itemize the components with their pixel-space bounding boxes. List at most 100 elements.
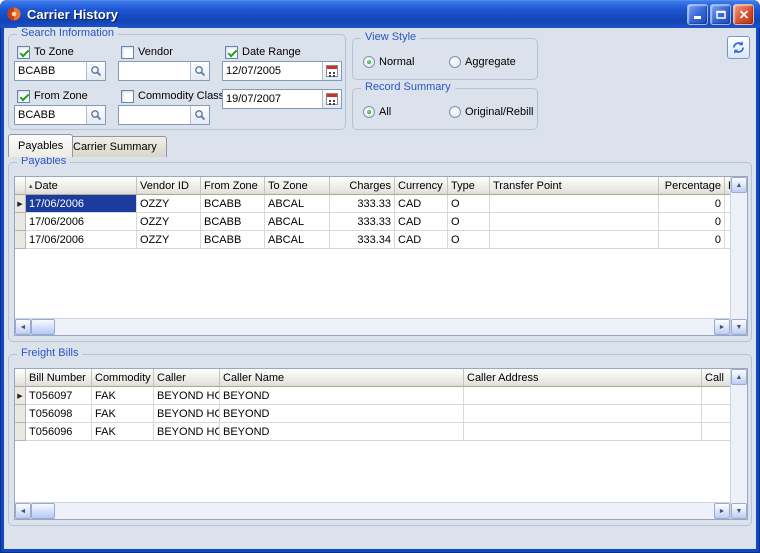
date-range-checkbox[interactable]: Date Range [225, 45, 301, 59]
table-row[interactable]: 17/06/2006OZZYBCABBABCAL333.33CADO0 [15, 213, 730, 231]
table-cell[interactable]: 17/06/2006 [26, 231, 137, 249]
date-from-field[interactable]: 12/07/2005 [222, 61, 342, 81]
table-cell[interactable]: T056096 [26, 423, 92, 441]
freight-vertical-scrollbar[interactable]: ▲ ▼ [730, 369, 747, 519]
hscroll-thumb[interactable] [31, 503, 55, 519]
table-cell[interactable]: FAK [92, 423, 154, 441]
table-cell[interactable]: CAD [395, 213, 448, 231]
scroll-up-button[interactable]: ▲ [731, 177, 747, 193]
to-zone-checkbox[interactable]: To Zone [17, 45, 74, 59]
table-cell[interactable]: 17/06/2006 [26, 195, 137, 213]
column-header-transfer-point[interactable]: Transfer Point [490, 177, 659, 195]
radio-aggregate[interactable]: Aggregate [449, 55, 516, 69]
table-cell[interactable] [464, 387, 702, 405]
table-cell[interactable]: ABCAL [265, 231, 330, 249]
to-zone-lookup-button[interactable] [86, 62, 105, 80]
table-cell[interactable]: BEYOND HOF [154, 405, 220, 423]
scroll-up-button[interactable]: ▲ [731, 369, 747, 385]
column-header-caller-address[interactable]: Caller Address [464, 369, 702, 387]
table-row[interactable]: ▶17/06/2006OZZYBCABBABCAL333.33CADO0 [15, 195, 730, 213]
scroll-left-button[interactable]: ◄ [15, 503, 31, 519]
column-header-from-zone[interactable]: From Zone [201, 177, 265, 195]
close-button[interactable] [733, 4, 754, 25]
table-cell[interactable]: BCABB [201, 195, 265, 213]
table-cell[interactable] [490, 213, 659, 231]
table-cell[interactable]: 17/06/2006 [26, 213, 137, 231]
table-cell[interactable]: 333.33 [330, 195, 395, 213]
scroll-left-button[interactable]: ◄ [15, 319, 31, 335]
payables-vertical-scrollbar[interactable]: ▲ ▼ [730, 177, 747, 335]
table-cell[interactable]: BEYOND HOF [154, 423, 220, 441]
hscroll-track[interactable] [55, 319, 714, 335]
table-cell[interactable]: BEYOND [220, 423, 464, 441]
table-row[interactable]: T056096FAKBEYOND HOFBEYOND [15, 423, 730, 441]
row-selector[interactable] [15, 423, 26, 441]
hscroll-track[interactable] [55, 503, 714, 519]
tab-carrier-summary[interactable]: Carrier Summary [63, 136, 167, 157]
from-zone-field[interactable]: BCABB [14, 105, 106, 125]
table-cell[interactable]: ABCAL [265, 195, 330, 213]
payables-grid[interactable]: ▴DateVendor IDFrom ZoneTo ZoneChargesCur… [14, 176, 748, 336]
hscroll-thumb[interactable] [31, 319, 55, 335]
table-cell[interactable] [464, 423, 702, 441]
commodity-class-field[interactable] [118, 105, 210, 125]
column-header-percentage[interactable]: Percentage [659, 177, 725, 195]
table-cell[interactable]: 0 [659, 231, 725, 249]
table-cell[interactable]: FAK [92, 387, 154, 405]
table-cell[interactable]: OZZY [137, 195, 201, 213]
table-cell[interactable]: BEYOND [220, 405, 464, 423]
table-cell[interactable]: ABCAL [265, 213, 330, 231]
table-cell[interactable]: BCABB [201, 213, 265, 231]
freight-horizontal-scrollbar[interactable]: ◄ ► [15, 502, 730, 519]
minimize-button[interactable] [687, 4, 708, 25]
table-cell[interactable]: T056097 [26, 387, 92, 405]
column-header-charges[interactable]: Charges [330, 177, 395, 195]
table-cell[interactable]: T056098 [26, 405, 92, 423]
table-cell[interactable] [490, 231, 659, 249]
column-header-type[interactable]: Type [448, 177, 490, 195]
column-header-vendor-id[interactable]: Vendor ID [137, 177, 201, 195]
vendor-field[interactable] [118, 61, 210, 81]
scroll-right-button[interactable]: ► [714, 503, 730, 519]
from-zone-lookup-button[interactable] [86, 106, 105, 124]
commodity-class-lookup-button[interactable] [190, 106, 209, 124]
column-header-commodity[interactable]: Commodity [92, 369, 154, 387]
date-to-picker-button[interactable] [322, 90, 341, 108]
radio-all[interactable]: All [363, 105, 391, 119]
maximize-button[interactable] [710, 4, 731, 25]
table-cell[interactable]: O [448, 213, 490, 231]
scroll-right-button[interactable]: ► [714, 319, 730, 335]
to-zone-field[interactable]: BCABB [14, 61, 106, 81]
vscroll-track[interactable] [731, 385, 747, 503]
table-cell[interactable]: O [448, 195, 490, 213]
table-cell[interactable]: BEYOND [220, 387, 464, 405]
radio-original-rebill[interactable]: Original/Rebill [449, 105, 533, 119]
column-header-to-zone[interactable]: To Zone [265, 177, 330, 195]
tab-payables[interactable]: Payables [8, 134, 73, 157]
row-selector[interactable]: ▶ [15, 387, 26, 405]
vendor-checkbox[interactable]: Vendor [121, 45, 173, 59]
radio-normal[interactable]: Normal [363, 55, 414, 69]
date-from-picker-button[interactable] [322, 62, 341, 80]
table-cell[interactable]: 333.33 [330, 213, 395, 231]
table-cell[interactable]: CAD [395, 195, 448, 213]
titlebar[interactable]: Carrier History [0, 0, 760, 28]
payables-horizontal-scrollbar[interactable]: ◄ ► [15, 318, 730, 335]
table-cell[interactable]: BEYOND HOF [154, 387, 220, 405]
scroll-down-button[interactable]: ▼ [731, 503, 747, 519]
table-cell[interactable]: OZZY [137, 231, 201, 249]
table-cell[interactable] [702, 387, 730, 405]
refresh-button[interactable] [727, 36, 750, 59]
scroll-down-button[interactable]: ▼ [731, 319, 747, 335]
table-row[interactable]: T056098FAKBEYOND HOFBEYOND [15, 405, 730, 423]
table-cell[interactable]: FAK [92, 405, 154, 423]
from-zone-checkbox[interactable]: From Zone [17, 89, 88, 103]
column-header-date[interactable]: ▴Date [26, 177, 137, 195]
column-header-caller-name[interactable]: Caller Name [220, 369, 464, 387]
table-cell[interactable] [490, 195, 659, 213]
commodity-class-checkbox[interactable]: Commodity Class [121, 89, 224, 103]
date-to-field[interactable]: 19/07/2007 [222, 89, 342, 109]
table-cell[interactable]: 0 [659, 195, 725, 213]
table-cell[interactable] [702, 423, 730, 441]
column-header-currency[interactable]: Currency [395, 177, 448, 195]
